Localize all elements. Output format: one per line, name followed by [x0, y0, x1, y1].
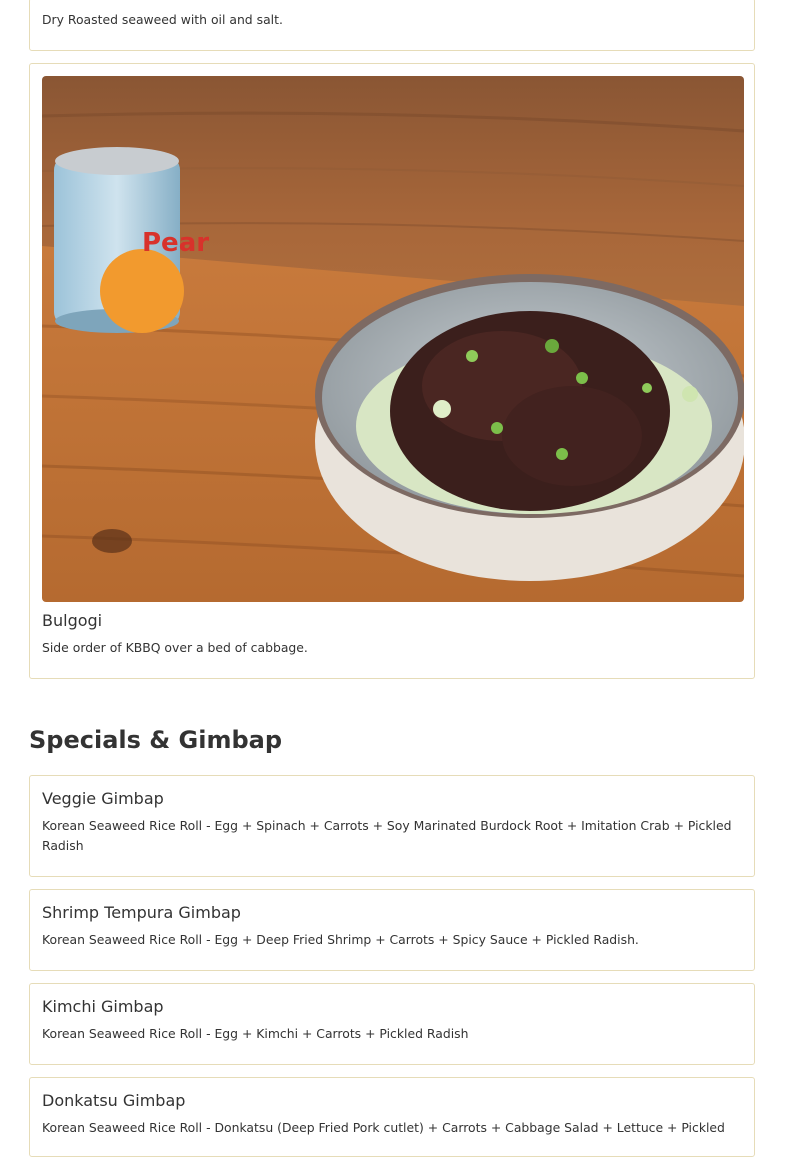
menu-item-description: Korean Seaweed Rice Roll - Egg + Spinach… — [42, 818, 732, 853]
menu-item-card[interactable]: Donkatsu Gimbap Korean Seaweed Rice Roll… — [29, 1077, 755, 1157]
menu-item-title: Kimchi Gimbap — [42, 997, 164, 1016]
menu-item-card[interactable]: Kimchi Gimbap Korean Seaweed Rice Roll -… — [29, 983, 755, 1065]
menu-item-description: Korean Seaweed Rice Roll - Egg + Deep Fr… — [42, 932, 639, 947]
menu-item-description: Korean Seaweed Rice Roll - Donkatsu (Dee… — [42, 1120, 725, 1135]
menu-item-card-seaweed[interactable]: Dry Roasted seaweed with oil and salt. — [29, 0, 755, 51]
menu-item-photo[interactable]: Pear — [42, 76, 744, 602]
menu-item-title: Shrimp Tempura Gimbap — [42, 903, 241, 922]
menu-item-card[interactable]: Shrimp Tempura Gimbap Korean Seaweed Ric… — [29, 889, 755, 971]
svg-text:Pear: Pear — [142, 228, 209, 258]
bulgogi-photo-image: Pear — [42, 76, 744, 602]
menu-item-description: Side order of KBBQ over a bed of cabbage… — [42, 640, 308, 655]
menu-item-title: Bulgogi — [42, 611, 103, 630]
menu-item-card[interactable]: Veggie Gimbap Korean Seaweed Rice Roll -… — [29, 775, 755, 877]
menu-item-card-bulgogi[interactable]: Pear Bulgogi Side order of KBBQ over a b… — [29, 63, 755, 679]
menu-item-description: Dry Roasted seaweed with oil and salt. — [42, 12, 283, 27]
menu-item-description: Korean Seaweed Rice Roll - Egg + Kimchi … — [42, 1026, 469, 1041]
section-title: Specials & Gimbap — [29, 726, 283, 754]
menu-item-title: Veggie Gimbap — [42, 789, 164, 808]
menu-item-title: Donkatsu Gimbap — [42, 1091, 186, 1110]
